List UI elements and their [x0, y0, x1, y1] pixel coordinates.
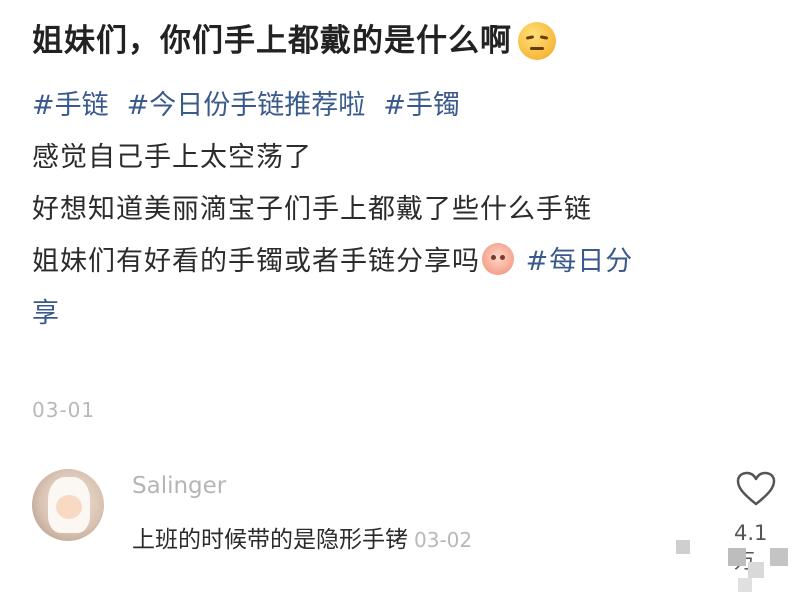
tag-bangle[interactable]: #手镯 — [383, 86, 460, 126]
comment-date: 03-02 — [414, 528, 473, 552]
tag-daily-bracelet-recommend[interactable]: #今日份手链推荐啦 — [127, 86, 366, 126]
comment-text: 上班的时候带的是隐形手铐 — [132, 527, 408, 553]
comment-body: 上班的时候带的是隐形手铐 03-02 — [132, 520, 472, 554]
comment-username[interactable]: Salinger — [132, 473, 226, 499]
post-title: 姐妹们，你们手上都戴的是什么啊 — [32, 23, 512, 59]
comment-item: Salinger 上班的时候带的是隐形手铐03-02 4.1万 — [28, 465, 788, 573]
post-body-text: 姐妹们有好看的手镯或者手链分享吗 — [32, 246, 480, 277]
post-body-line: 姐妹们有好看的手镯或者手链分享吗 #每日分 — [32, 236, 772, 288]
post-content: 姐妹们，你们手上都戴的是什么啊 #手链 #今日份手链推荐啦 #手镯 感觉自己手上… — [32, 18, 772, 340]
post-body-line: 感觉自己手上太空荡了 — [32, 142, 312, 173]
heart-outline-icon[interactable] — [736, 471, 776, 507]
avatar[interactable] — [32, 469, 104, 541]
post-tags: #手链 #今日份手链推荐啦 #手镯 — [32, 86, 772, 126]
tag-bracelet[interactable]: #手链 — [32, 86, 109, 126]
watermark-mosaic — [770, 548, 788, 566]
peach-face-emoji-icon — [482, 243, 514, 275]
post-date: 03-01 — [32, 398, 96, 422]
watermark-mosaic — [738, 578, 752, 592]
post-body-line: 享 — [32, 288, 772, 340]
watermark-mosaic — [676, 540, 690, 554]
tag-daily-share[interactable]: #每日分 — [526, 246, 634, 277]
watermark-mosaic — [748, 562, 764, 578]
post-body-line: 好想知道美丽滴宝子们手上都戴了些什么手链 — [32, 194, 592, 225]
tag-daily-share-continued[interactable]: 享 — [32, 298, 60, 329]
watermark-mosaic — [728, 548, 746, 566]
smirk-emoji-icon — [518, 22, 556, 60]
post-title-row: 姐妹们，你们手上都戴的是什么啊 — [32, 18, 772, 64]
